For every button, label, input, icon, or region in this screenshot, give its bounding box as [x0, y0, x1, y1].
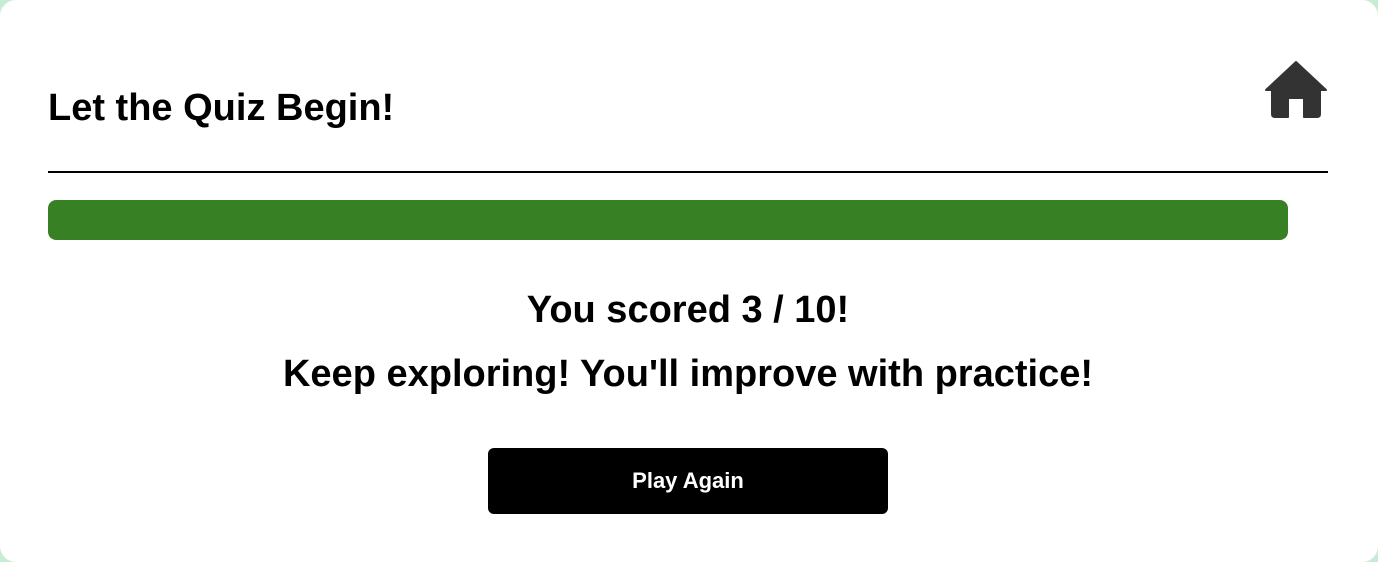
- quiz-header: Let the Quiz Begin!: [48, 0, 1328, 173]
- home-button[interactable]: [1264, 60, 1328, 118]
- progress-fill: [48, 200, 1288, 240]
- score-text: You scored 3 / 10!: [526, 289, 850, 331]
- quiz-card: Let the Quiz Begin! You scored 3 / 10! K…: [0, 0, 1378, 562]
- house-icon: [1265, 61, 1327, 118]
- encouragement-message: Keep exploring! You'll improve with prac…: [282, 353, 1093, 395]
- page-title: Let the Quiz Begin!: [48, 87, 395, 129]
- progress-bar: [48, 200, 1288, 240]
- play-again-button[interactable]: Play Again: [488, 448, 888, 514]
